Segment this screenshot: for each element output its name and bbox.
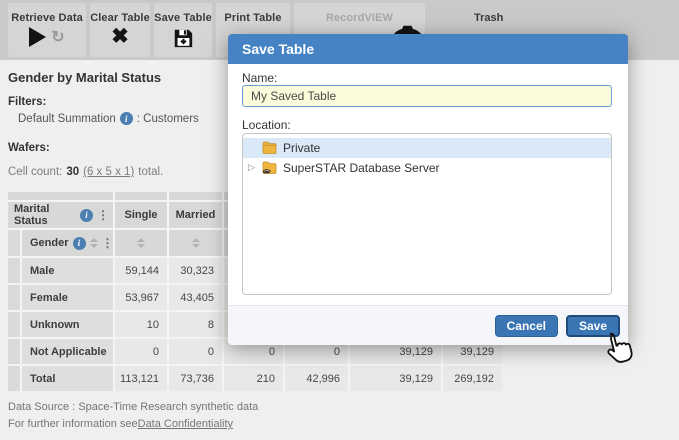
filter-name: Default Summation [18, 113, 116, 125]
sort-icon[interactable] [90, 238, 98, 248]
hand-cursor-icon [596, 327, 637, 368]
save-table-label: Save Table [154, 12, 212, 24]
row-label: Female [22, 285, 113, 310]
retrieve-data-label: Retrieve Data [11, 12, 83, 24]
table-cell: 10 [115, 312, 167, 337]
table-cell: 0 [169, 339, 222, 364]
save-floppy-icon [172, 27, 194, 49]
save-table-button[interactable]: Save Table [154, 3, 212, 57]
expand-caret-icon[interactable]: ▷ [248, 162, 255, 173]
info-icon[interactable]: i [120, 112, 133, 125]
tree-item-superstar-server[interactable]: ▷ SuperSTAR Database Server [243, 158, 611, 178]
location-tree: Private ▷ SuperSTAR Database Server [242, 133, 612, 295]
cell-count-prefix: Cell count: [8, 166, 62, 178]
table-cell: 0 [115, 339, 167, 364]
tree-item-label: Private [283, 141, 320, 155]
page-title: Gender by Marital Status [8, 70, 161, 85]
column-header-married[interactable]: Married [169, 202, 222, 228]
menu-dots-icon[interactable]: ⋮ [97, 208, 113, 222]
print-table-label: Print Table [224, 12, 281, 24]
location-label: Location: [242, 118, 291, 132]
save-table-dialog: Save Table Name: Location: Private ▷ Sup… [228, 34, 628, 345]
play-icon [29, 27, 46, 47]
folder-icon [262, 141, 277, 154]
row-label: Unknown [22, 312, 113, 337]
filter-value: : Customers [137, 113, 199, 125]
clear-x-icon: ✖ [111, 27, 129, 47]
data-confidentiality-link[interactable]: Data Confidentiality [138, 418, 233, 430]
name-label: Name: [242, 71, 277, 85]
table-cell: 113,121 [115, 366, 167, 391]
table-cell: 8 [169, 312, 222, 337]
sort-icon[interactable] [137, 238, 145, 248]
shared-folder-icon [262, 161, 277, 175]
filters-heading: Filters: [8, 96, 46, 108]
refresh-icon: ↻ [51, 27, 64, 47]
clear-table-button[interactable]: Clear Table ✖ [90, 3, 150, 57]
confidentiality-note: For further information seeData Confiden… [8, 418, 233, 430]
data-source-note: Data Source : Space-Time Research synthe… [8, 401, 258, 413]
cell-count-value: 30 [66, 166, 79, 178]
dialog-title: Save Table [228, 34, 628, 64]
clear-table-label: Clear Table [90, 12, 150, 24]
cell-count-link[interactable]: (6 x 5 x 1) [83, 166, 134, 178]
row-dimension-header: Gender i ⋮ [22, 230, 113, 256]
recordview-label: RecordVIEW [326, 12, 393, 24]
info-icon[interactable]: i [73, 237, 86, 250]
tree-item-label: SuperSTAR Database Server [283, 161, 440, 175]
table-cell: 30,323 [169, 258, 222, 283]
tree-item-private[interactable]: Private [243, 138, 611, 158]
row-label: Male [22, 258, 113, 283]
table-cell: 73,736 [169, 366, 222, 391]
dialog-footer: Cancel Save [228, 305, 628, 345]
name-input[interactable] [242, 85, 612, 107]
column-dimension-header: Marital Status i ⋮ [8, 202, 113, 228]
cell-count-row: Cell count: 30 (6 x 5 x 1) total. [8, 166, 163, 178]
filter-row: Default Summation i : Customers [18, 112, 199, 125]
row-label: Not Applicable [22, 339, 113, 364]
wafers-heading: Wafers: [8, 142, 50, 154]
cell-count-suffix: total. [138, 166, 163, 178]
trash-button[interactable]: Trash [474, 12, 503, 24]
cancel-button[interactable]: Cancel [495, 315, 558, 337]
table-cell: 53,967 [115, 285, 167, 310]
row-label: Total [22, 366, 113, 391]
info-icon[interactable]: i [80, 209, 93, 222]
sort-icon[interactable] [192, 238, 200, 248]
column-header-single[interactable]: Single [115, 202, 167, 228]
wafer-strip [8, 192, 113, 200]
table-cell: 43,405 [169, 285, 222, 310]
table-cell: 59,144 [115, 258, 167, 283]
retrieve-data-button[interactable]: Retrieve Data ↻ [8, 3, 86, 57]
